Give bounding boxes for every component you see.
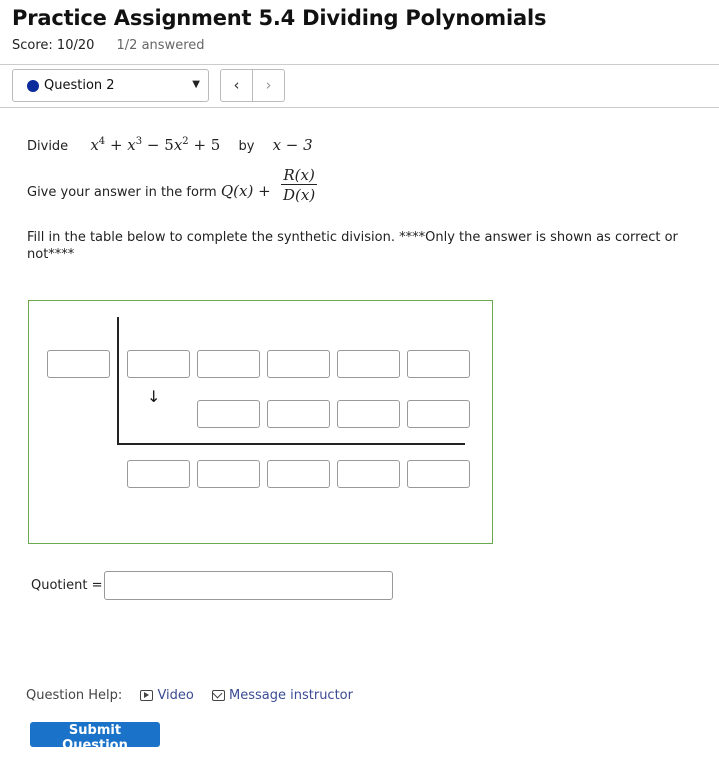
coefficient-input[interactable] xyxy=(197,350,260,378)
divisor: x − 3 xyxy=(272,136,313,154)
coefficient-input[interactable] xyxy=(407,350,470,378)
result-input[interactable] xyxy=(337,460,400,488)
result-input[interactable] xyxy=(127,460,190,488)
video-link[interactable]: Video xyxy=(140,688,194,703)
question-select[interactable]: Question 2 ▼ xyxy=(12,69,209,102)
coefficient-input[interactable] xyxy=(337,350,400,378)
form-denominator: D(x) xyxy=(281,184,318,204)
divisor-input[interactable] xyxy=(47,350,110,378)
coefficient-input[interactable] xyxy=(267,350,330,378)
quotient-label: Quotient = xyxy=(31,578,103,593)
dividend-polynomial: x4 + x3 − 5x2 + 5 xyxy=(90,136,221,154)
division-vertical-line xyxy=(117,317,119,445)
mail-icon xyxy=(212,690,226,701)
submit-question-button[interactable]: Submit Question xyxy=(30,722,160,753)
question-nav: ‹ › xyxy=(220,69,285,102)
video-link-label: Video xyxy=(157,688,194,703)
product-input[interactable] xyxy=(267,400,330,428)
divide-word: Divide xyxy=(27,139,69,154)
caret-down-icon: ▼ xyxy=(192,79,200,90)
divider xyxy=(0,64,719,65)
product-input[interactable] xyxy=(337,400,400,428)
instructions: Fill in the table below to complete the … xyxy=(27,230,678,262)
video-icon xyxy=(140,690,154,701)
question-select-label: Question 2 xyxy=(44,78,115,93)
product-input[interactable] xyxy=(197,400,260,428)
message-instructor-label: Message instructor xyxy=(229,688,353,703)
quotient-input[interactable] xyxy=(104,571,393,600)
coefficient-input[interactable] xyxy=(127,350,190,378)
message-instructor-link[interactable]: Message instructor xyxy=(212,688,353,703)
divider xyxy=(0,107,719,108)
question-status-dot xyxy=(27,80,39,92)
by-word: by xyxy=(238,139,255,154)
form-prompt-text: Give your answer in the form xyxy=(27,185,217,200)
answered-count: 1/2 answered xyxy=(116,38,205,53)
form-prompt: Give your answer in the form Q(x) + xyxy=(27,182,271,200)
product-input[interactable] xyxy=(407,400,470,428)
score-text: Score: 10/20 xyxy=(12,38,95,53)
form-numerator: R(x) xyxy=(283,166,315,184)
result-input[interactable] xyxy=(267,460,330,488)
form-fraction: R(x) D(x) xyxy=(281,166,318,204)
result-input[interactable] xyxy=(197,460,260,488)
question-help-label: Question Help: xyxy=(26,688,123,703)
divide-statement: Divide x4 + x3 − 5x2 + 5 by x − 3 xyxy=(27,136,313,154)
down-arrow-icon: ↓ xyxy=(147,387,161,406)
next-question-button[interactable]: › xyxy=(252,70,284,101)
division-horizontal-line xyxy=(117,443,465,445)
previous-question-button[interactable]: ‹ xyxy=(221,70,252,101)
score-bar: Score: 10/20 1/2 answered xyxy=(12,38,205,53)
result-input[interactable] xyxy=(407,460,470,488)
page-title: Practice Assignment 5.4 Dividing Polynom… xyxy=(12,6,547,30)
question-help: Question Help: Video Message instructor xyxy=(26,688,353,703)
form-quotient: Q(x) + xyxy=(220,182,271,200)
